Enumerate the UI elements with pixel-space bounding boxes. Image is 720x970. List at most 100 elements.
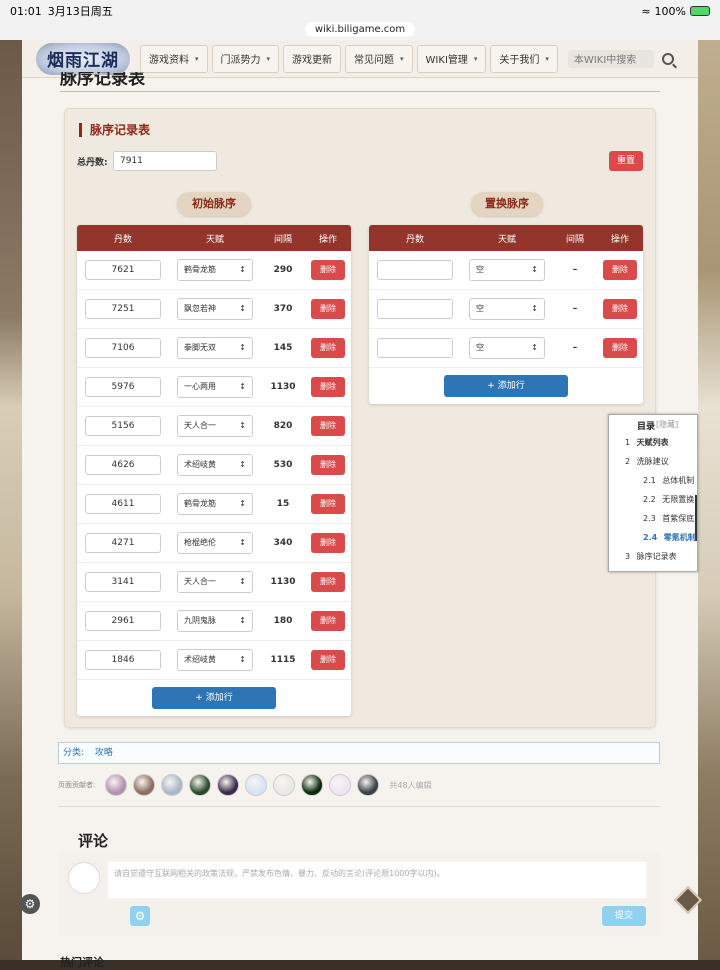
column-header: 天赋	[205, 234, 224, 245]
talent-select[interactable]: 术绍岐黄	[177, 454, 253, 476]
nav-item[interactable]: 关于我们 ▾	[490, 44, 558, 73]
dan-input[interactable]: 7621	[85, 260, 161, 280]
add-row-button[interactable]: + 添加行	[152, 687, 276, 709]
submit-button[interactable]: 提交	[602, 906, 646, 926]
dan-input[interactable]: 7106	[85, 338, 161, 358]
toc-item-label: 无限置换	[662, 495, 695, 504]
add-row-container: + 添加行	[369, 368, 643, 404]
chevron-down-icon: ▾	[545, 54, 549, 63]
delete-button[interactable]: 删除	[603, 260, 637, 280]
talent-select[interactable]: 空	[469, 337, 545, 359]
delete-button[interactable]: 删除	[311, 494, 345, 514]
chevron-down-icon: ▾	[473, 54, 478, 63]
add-row-button[interactable]: + 添加行	[444, 375, 568, 397]
avatar[interactable]	[189, 774, 212, 796]
delete-button[interactable]: 删除	[603, 299, 637, 319]
gap-value: 180	[273, 616, 293, 626]
dan-input[interactable]: 4611	[85, 494, 161, 514]
talent-select[interactable]: 空	[469, 259, 545, 281]
battery-icon	[690, 6, 710, 16]
delete-button[interactable]: 删除	[311, 338, 345, 358]
dan-input[interactable]: 4271	[85, 533, 161, 553]
dan-input[interactable]: 7251	[85, 299, 161, 319]
talent-select[interactable]: 术绍岐黄	[177, 649, 253, 671]
dan-input[interactable]	[377, 338, 453, 358]
nav-item[interactable]: 常见问题 ▾	[345, 44, 413, 73]
table-row: 7106 拳脚无双 145 删除	[77, 329, 351, 368]
table-row: 5976 一心两用 1130 删除	[77, 368, 351, 407]
address-bar[interactable]: wiki.biligame.com	[0, 18, 720, 40]
initial-section-title: 初始脉序	[177, 192, 251, 216]
dan-input[interactable]: 5976	[85, 377, 161, 397]
talent-select[interactable]: 枪棍绝伦	[177, 532, 253, 554]
delete-button[interactable]: 删除	[311, 650, 345, 670]
talent-select[interactable]: 拳脚无双	[177, 337, 253, 359]
comment-input[interactable]: 请自觉遵守互联网相关的政策法规，严禁发布色情、暴力、反动的言论(评论限1000字…	[108, 862, 646, 898]
talent-select[interactable]: 九阴鬼脉	[177, 610, 253, 632]
nav-item[interactable]: WIKI管理 ▾	[416, 44, 487, 73]
delete-button[interactable]: 删除	[311, 416, 345, 436]
talent-select[interactable]: 天人合一	[177, 571, 253, 593]
talent-select[interactable]: 鹤骨龙筋	[177, 259, 253, 281]
dan-input[interactable]	[377, 299, 453, 319]
avatar[interactable]	[357, 774, 380, 796]
toc-item-number: 3	[625, 552, 631, 561]
toc-hide-link[interactable]: [隐藏]	[656, 419, 678, 430]
nav-item[interactable]: 游戏资料 ▾	[140, 44, 208, 73]
contributors-count[interactable]: 共48人编辑	[389, 780, 431, 791]
delete-button[interactable]: 删除	[603, 338, 637, 358]
url-text[interactable]: wiki.biligame.com	[304, 21, 416, 37]
delete-button[interactable]: 删除	[311, 455, 345, 475]
talent-select[interactable]: 天人合一	[177, 415, 253, 437]
toc-item[interactable]: 3 脉序记录表	[625, 551, 677, 562]
avatar[interactable]	[301, 774, 324, 796]
dan-input[interactable]	[377, 260, 453, 280]
nav-item-label: 门派势力	[220, 55, 261, 66]
total-dan-input[interactable]: 7911	[113, 151, 217, 171]
delete-button[interactable]: 删除	[311, 377, 345, 397]
card-title: 脉序记录表	[79, 123, 150, 137]
toc-item[interactable]: 2.3 首紫保底	[643, 513, 694, 524]
column-header: 间隔	[273, 234, 292, 245]
avatar[interactable]	[245, 774, 268, 796]
delete-button[interactable]: 删除	[311, 572, 345, 592]
column-header: 天赋	[497, 234, 516, 245]
toc-item[interactable]: 2 洗脉建议	[625, 456, 669, 467]
search-icon[interactable]	[661, 52, 674, 65]
talent-select[interactable]: 空	[469, 298, 545, 320]
battery-level: 100%	[654, 4, 686, 18]
talent-select[interactable]: 飘忽若神	[177, 298, 253, 320]
toc-item[interactable]: 2.4 零氪机制	[643, 532, 696, 543]
dan-input[interactable]: 3141	[85, 572, 161, 592]
avatar[interactable]	[217, 774, 240, 796]
avatar[interactable]	[133, 774, 156, 796]
gear-icon[interactable]: ⚙	[130, 906, 150, 926]
avatar[interactable]	[161, 774, 184, 796]
search-input[interactable]: 本WIKI中搜索	[567, 49, 654, 68]
comment-heading: 评论	[78, 832, 109, 850]
site-logo[interactable]: 烟雨江湖	[36, 42, 130, 75]
dan-input[interactable]: 5156	[85, 416, 161, 436]
delete-button[interactable]: 删除	[311, 533, 345, 553]
toc-item[interactable]: 2.1 总体机制	[643, 475, 694, 486]
delete-button[interactable]: 删除	[311, 260, 345, 280]
avatar[interactable]	[105, 774, 128, 796]
toc-item[interactable]: 1 天赋列表	[625, 437, 669, 448]
category-link[interactable]: 攻略	[95, 748, 113, 758]
settings-float-icon[interactable]: ⚙	[20, 894, 40, 914]
avatar[interactable]	[273, 774, 296, 796]
table-header: 丹数 天赋 间隔 操作	[77, 225, 351, 251]
dan-input[interactable]: 2961	[85, 611, 161, 631]
nav-item[interactable]: 游戏更新	[283, 44, 342, 73]
toc-item-label: 洗脉建议	[636, 457, 669, 466]
dan-input[interactable]: 1846	[85, 650, 161, 670]
nav-item[interactable]: 门派势力 ▾	[211, 44, 280, 73]
avatar[interactable]	[329, 774, 352, 796]
talent-select[interactable]: 一心两用	[177, 376, 253, 398]
delete-button[interactable]: 删除	[311, 611, 345, 631]
dan-input[interactable]: 4626	[85, 455, 161, 475]
talent-select[interactable]: 鹤骨龙筋	[177, 493, 253, 515]
delete-button[interactable]: 删除	[311, 299, 345, 319]
toc-item[interactable]: 2.2 无限置换	[643, 494, 694, 505]
reset-button[interactable]: 重置	[609, 151, 643, 171]
